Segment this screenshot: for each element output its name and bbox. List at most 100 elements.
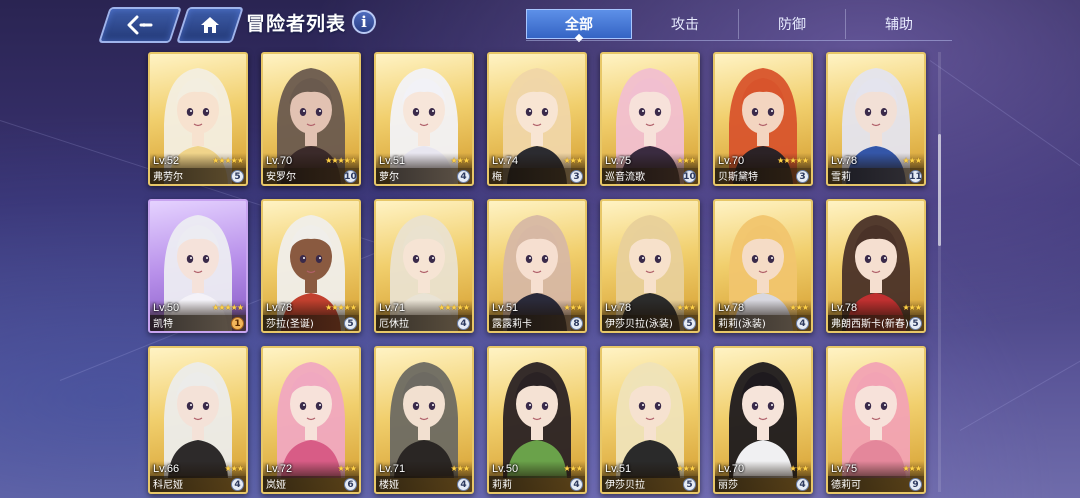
count-badge: 4 [796, 317, 809, 330]
count-badge: 3 [796, 170, 809, 183]
level-label: Lv.50 [153, 302, 180, 314]
character-portrait [164, 362, 232, 478]
count-badge: 4 [457, 317, 470, 330]
level-label: Lv.70 [266, 155, 293, 167]
character-portrait [277, 362, 345, 478]
count-badge: 4 [457, 170, 470, 183]
star-rating: ★★★ [224, 464, 243, 473]
star-rating: ★★★ [563, 464, 582, 473]
level-label: Lv.70 [718, 463, 745, 475]
count-badge: 4 [570, 478, 583, 491]
star-rating: ★★★ [563, 156, 582, 165]
level-label: Lv.78 [718, 302, 745, 314]
adventurer-name: 萝尔 [379, 172, 399, 183]
level-label: Lv.78 [831, 155, 858, 167]
star-rating: ★★★★★ [777, 156, 809, 165]
character-portrait [503, 362, 571, 478]
level-label: Lv.74 [492, 155, 519, 167]
adventurer-card[interactable]: Lv.71 ★★★★★ 厄休拉 4 [374, 199, 474, 333]
adventurer-card[interactable]: Lv.70 ★★★ 丽莎 4 [713, 346, 813, 494]
adventurer-name: 雪莉 [831, 172, 851, 183]
tab-divider [526, 40, 952, 41]
scrollbar-thumb[interactable] [938, 134, 941, 246]
adventurer-card[interactable]: Lv.51 ★★★ 露露莉卡 8 [487, 199, 587, 333]
adventurer-name: 莉莉 [492, 480, 512, 491]
adventurer-name: 露露莉卡 [492, 319, 532, 330]
count-badge: 5 [231, 170, 244, 183]
level-label: Lv.78 [831, 302, 858, 314]
adventurer-card[interactable]: Lv.78 ★★★ 伊莎贝拉(泳装) 5 [600, 199, 700, 333]
star-rating: ★★★ [337, 464, 356, 473]
character-portrait [616, 362, 684, 478]
star-rating: ★★★ [902, 464, 921, 473]
count-badge: 8 [570, 317, 583, 330]
count-badge: 5 [344, 317, 357, 330]
adventurer-grid: Lv.52 ★★★★★ 弗劳尔 5 Lv.70 ★★★★★ 安罗尔 10 Lv.51 ★★★ 萝尔 4… [148, 52, 928, 494]
star-rating: ★★★ [789, 464, 808, 473]
adventurer-card[interactable]: Lv.78 ★★★ 雪莉 11 [826, 52, 926, 186]
adventurer-card[interactable]: Lv.75 ★★★ 德莉可 9 [826, 346, 926, 494]
adventurer-card[interactable]: Lv.52 ★★★★★ 弗劳尔 5 [148, 52, 248, 186]
level-label: Lv.51 [605, 463, 632, 475]
count-badge: 9 [909, 478, 922, 491]
home-button[interactable] [176, 7, 244, 43]
count-badge: 3 [570, 170, 583, 183]
count-badge: 5 [909, 317, 922, 330]
count-badge: 11 [909, 170, 922, 183]
level-label: Lv.75 [831, 463, 858, 475]
adventurer-card[interactable]: Lv.75 ★★★ 巡音流歌 10 [600, 52, 700, 186]
adventurer-card[interactable]: Lv.71 ★★★ 楼娅 4 [374, 346, 474, 494]
count-badge: 6 [344, 478, 357, 491]
level-label: Lv.66 [153, 463, 180, 475]
level-label: Lv.52 [153, 155, 180, 167]
tab-support[interactable]: 辅助 [846, 9, 952, 39]
adventurer-name: 凯特 [153, 319, 173, 330]
tab-all[interactable]: 全部 [526, 9, 632, 39]
adventurer-name: 厄休拉 [379, 319, 409, 330]
adventurer-card[interactable]: Lv.50 ★★★★★ 凯特 1 [148, 199, 248, 333]
star-rating: ★★★ [902, 303, 921, 312]
star-rating: ★★★★★ [438, 303, 470, 312]
back-arrow-icon [127, 15, 153, 35]
level-label: Lv.78 [605, 302, 632, 314]
adventurer-card[interactable]: Lv.70 ★★★★★ 贝斯黛特 3 [713, 52, 813, 186]
tab-defense[interactable]: 防御 [739, 9, 846, 39]
count-badge: 4 [796, 478, 809, 491]
adventurer-name: 楼娅 [379, 480, 399, 491]
adventurer-name: 伊莎贝拉(泳装) [605, 319, 673, 330]
star-rating: ★★★★★ [212, 303, 244, 312]
adventurer-card[interactable]: Lv.78 ★★★★★ 莎拉(圣诞) 5 [261, 199, 361, 333]
adventurer-card[interactable]: Lv.51 ★★★ 萝尔 4 [374, 52, 474, 186]
level-label: Lv.72 [266, 463, 293, 475]
count-badge: 10 [683, 170, 696, 183]
level-label: Lv.51 [492, 302, 519, 314]
star-rating: ★★★ [789, 303, 808, 312]
adventurer-card[interactable]: Lv.50 ★★★ 莉莉 4 [487, 346, 587, 494]
adventurer-card[interactable]: Lv.72 ★★★ 岚娅 6 [261, 346, 361, 494]
star-rating: ★★★ [676, 156, 695, 165]
scrollbar-track[interactable] [938, 52, 941, 492]
page-title: 冒险者列表 [246, 13, 347, 35]
adventurer-name: 莎拉(圣诞) [266, 319, 314, 330]
adventurer-name: 岚娅 [266, 480, 286, 491]
adventurer-card[interactable]: Lv.70 ★★★★★ 安罗尔 10 [261, 52, 361, 186]
count-badge: 4 [231, 478, 244, 491]
adventurer-card[interactable]: Lv.78 ★★★ 弗朗西斯卡(新春) 5 [826, 199, 926, 333]
character-portrait [842, 362, 910, 478]
adventurer-card[interactable]: Lv.74 ★★★ 梅 3 [487, 52, 587, 186]
star-rating: ★★★ [450, 464, 469, 473]
count-badge: 5 [683, 317, 696, 330]
adventurer-card[interactable]: Lv.51 ★★★ 伊莎贝拉 5 [600, 346, 700, 494]
back-button[interactable] [98, 7, 182, 43]
adventurer-card[interactable]: Lv.66 ★★★ 科尼娅 4 [148, 346, 248, 494]
star-rating: ★★★ [902, 156, 921, 165]
count-badge: 4 [457, 478, 470, 491]
level-label: Lv.75 [605, 155, 632, 167]
adventurer-card[interactable]: Lv.78 ★★★ 莉莉(泳装) 4 [713, 199, 813, 333]
info-icon[interactable]: i [352, 10, 376, 34]
level-label: Lv.78 [266, 302, 293, 314]
tab-attack[interactable]: 攻击 [632, 9, 739, 39]
adventurer-name: 德莉可 [831, 480, 861, 491]
count-badge: 10 [344, 170, 357, 183]
star-rating: ★★★★★ [212, 156, 244, 165]
